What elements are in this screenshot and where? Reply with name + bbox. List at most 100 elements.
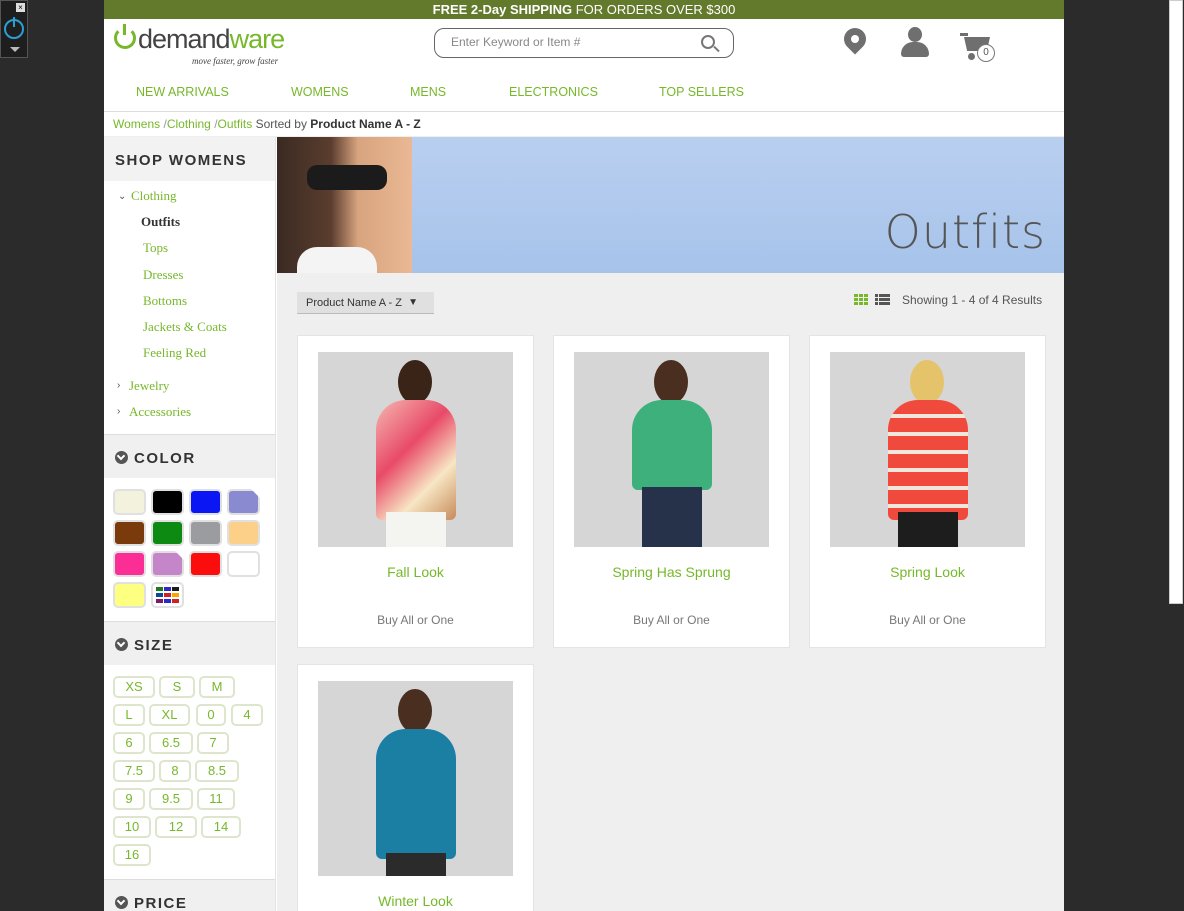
size-l[interactable]: L xyxy=(113,704,145,726)
sorted-value: Product Name A - Z xyxy=(310,117,421,131)
size-14[interactable]: 14 xyxy=(201,816,241,838)
banner-title: Outfits xyxy=(884,205,1046,259)
size-11[interactable]: 11 xyxy=(197,788,235,810)
color-swatch-yellow[interactable] xyxy=(113,582,146,608)
color-swatch-lavender[interactable] xyxy=(151,551,184,577)
size-s[interactable]: S xyxy=(159,676,195,698)
sidebar: SHOP WOMENS ⌄ Clothing Outfits Tops Dres… xyxy=(104,137,276,911)
grid-view-icon[interactable] xyxy=(854,294,869,306)
chevron-circle-icon xyxy=(115,896,128,909)
facet-price-label: PRICE xyxy=(134,895,188,911)
product-card[interactable]: Spring Has Sprung Buy All or One xyxy=(553,335,790,648)
size-6-5[interactable]: 6.5 xyxy=(149,732,193,754)
promo-banner: FREE 2-Day SHIPPING FOR ORDERS OVER $300 xyxy=(104,0,1064,19)
sidebar-item-outfits[interactable]: Outfits xyxy=(141,214,180,230)
location-icon[interactable] xyxy=(839,23,871,55)
banner-image xyxy=(277,137,412,273)
sidebar-item-feeling-red[interactable]: Feeling Red xyxy=(143,345,206,361)
search-icon[interactable] xyxy=(701,35,715,49)
size-12[interactable]: 12 xyxy=(155,816,197,838)
sidebar-item-tops[interactable]: Tops xyxy=(143,240,168,256)
logo-word-b: ware xyxy=(229,24,286,54)
color-swatch-green[interactable] xyxy=(151,520,184,546)
search-input[interactable] xyxy=(451,35,681,49)
size-0[interactable]: 0 xyxy=(196,704,226,726)
product-name[interactable]: Spring Has Sprung xyxy=(554,564,789,580)
results-count: Showing 1 - 4 of 4 Results xyxy=(902,293,1043,307)
size-10[interactable]: 10 xyxy=(113,816,151,838)
close-icon[interactable]: × xyxy=(16,3,25,12)
color-swatch-purple[interactable] xyxy=(227,489,260,515)
color-swatch-grey[interactable] xyxy=(189,520,222,546)
nav-mens[interactable]: MENS xyxy=(410,85,446,99)
size-xl[interactable]: XL xyxy=(149,704,190,726)
devtools-widget[interactable]: × xyxy=(0,0,28,58)
breadcrumb-outfits[interactable]: Outfits xyxy=(218,117,253,131)
product-image[interactable] xyxy=(318,681,513,876)
color-swatch-orange[interactable] xyxy=(227,520,260,546)
product-card[interactable]: Fall Look Buy All or One xyxy=(297,335,534,648)
nav-top-sellers[interactable]: TOP SELLERS xyxy=(659,85,744,99)
product-image[interactable] xyxy=(318,352,513,547)
product-name[interactable]: Spring Look xyxy=(810,564,1045,580)
sidebar-item-clothing[interactable]: Clothing xyxy=(131,188,177,204)
size-8[interactable]: 8 xyxy=(159,760,191,782)
main-nav: NEW ARRIVALS WOMENS MENS ELECTRONICS TOP… xyxy=(104,77,1064,112)
nav-electronics[interactable]: ELECTRONICS xyxy=(509,85,598,99)
product-card[interactable]: Spring Look Buy All or One xyxy=(809,335,1046,648)
size-6[interactable]: 6 xyxy=(113,732,145,754)
breadcrumb-clothing[interactable]: Clothing xyxy=(167,117,211,131)
sidebar-item-dresses[interactable]: Dresses xyxy=(143,267,183,283)
size-8-5[interactable]: 8.5 xyxy=(195,760,239,782)
color-swatch-miscellaneous[interactable] xyxy=(151,582,184,608)
size-7[interactable]: 7 xyxy=(197,732,229,754)
scrollbar-thumb[interactable] xyxy=(1169,0,1183,604)
breadcrumb-womens[interactable]: Womens xyxy=(113,117,160,131)
facet-size-header[interactable]: SIZE xyxy=(104,621,275,665)
size-m[interactable]: M xyxy=(199,676,235,698)
chevron-circle-icon xyxy=(115,451,128,464)
color-swatch-black[interactable] xyxy=(151,489,184,515)
account-icon[interactable] xyxy=(900,27,930,59)
product-buy-link[interactable]: Buy All or One xyxy=(554,613,789,627)
sorted-prefix: Sorted by xyxy=(255,117,311,131)
facet-price-header[interactable]: PRICE xyxy=(104,879,275,911)
sort-select-value: Product Name A - Z xyxy=(306,297,402,309)
chevron-down-icon[interactable] xyxy=(10,47,20,52)
size-16[interactable]: 16 xyxy=(113,844,151,866)
product-image[interactable] xyxy=(574,352,769,547)
size-9-5[interactable]: 9.5 xyxy=(149,788,193,810)
product-buy-link[interactable]: Buy All or One xyxy=(298,613,533,627)
logo-power-icon xyxy=(114,24,136,49)
power-icon[interactable] xyxy=(4,17,24,39)
nav-womens[interactable]: WOMENS xyxy=(291,85,349,99)
color-swatch-red[interactable] xyxy=(189,551,222,577)
logo-word-a: demand xyxy=(138,24,231,54)
size-9[interactable]: 9 xyxy=(113,788,145,810)
header: demandware move faster, grow faster 0 xyxy=(104,19,1064,77)
list-view-icon[interactable] xyxy=(875,294,890,306)
color-swatch-cream[interactable] xyxy=(113,489,146,515)
sidebar-item-accessories[interactable]: Accessories xyxy=(129,404,191,420)
color-swatch-blue[interactable] xyxy=(189,489,222,515)
sort-select[interactable]: Product Name A - Z ▼ xyxy=(297,292,434,314)
sidebar-item-jackets-coats[interactable]: Jackets & Coats xyxy=(143,319,227,335)
main-content: Outfits Product Name A - Z ▼ Showing 1 -… xyxy=(277,137,1064,911)
color-swatch-white[interactable] xyxy=(227,551,260,577)
color-swatch-brown[interactable] xyxy=(113,520,146,546)
promo-text: FOR ORDERS OVER $300 xyxy=(572,2,736,17)
product-card[interactable]: Winter Look xyxy=(297,664,534,911)
color-swatch-pink[interactable] xyxy=(113,551,146,577)
nav-new-arrivals[interactable]: NEW ARRIVALS xyxy=(136,85,229,99)
facet-color-header[interactable]: COLOR xyxy=(104,434,275,478)
sidebar-item-jewelry[interactable]: Jewelry xyxy=(129,378,169,394)
product-name[interactable]: Fall Look xyxy=(298,564,533,580)
size-4[interactable]: 4 xyxy=(231,704,263,726)
sidebar-item-bottoms[interactable]: Bottoms xyxy=(143,293,187,309)
chevron-right-icon: › xyxy=(117,380,121,391)
product-name[interactable]: Winter Look xyxy=(298,893,533,909)
product-image[interactable] xyxy=(830,352,1025,547)
size-xs[interactable]: XS xyxy=(113,676,155,698)
product-buy-link[interactable]: Buy All or One xyxy=(810,613,1045,627)
size-7-5[interactable]: 7.5 xyxy=(113,760,155,782)
